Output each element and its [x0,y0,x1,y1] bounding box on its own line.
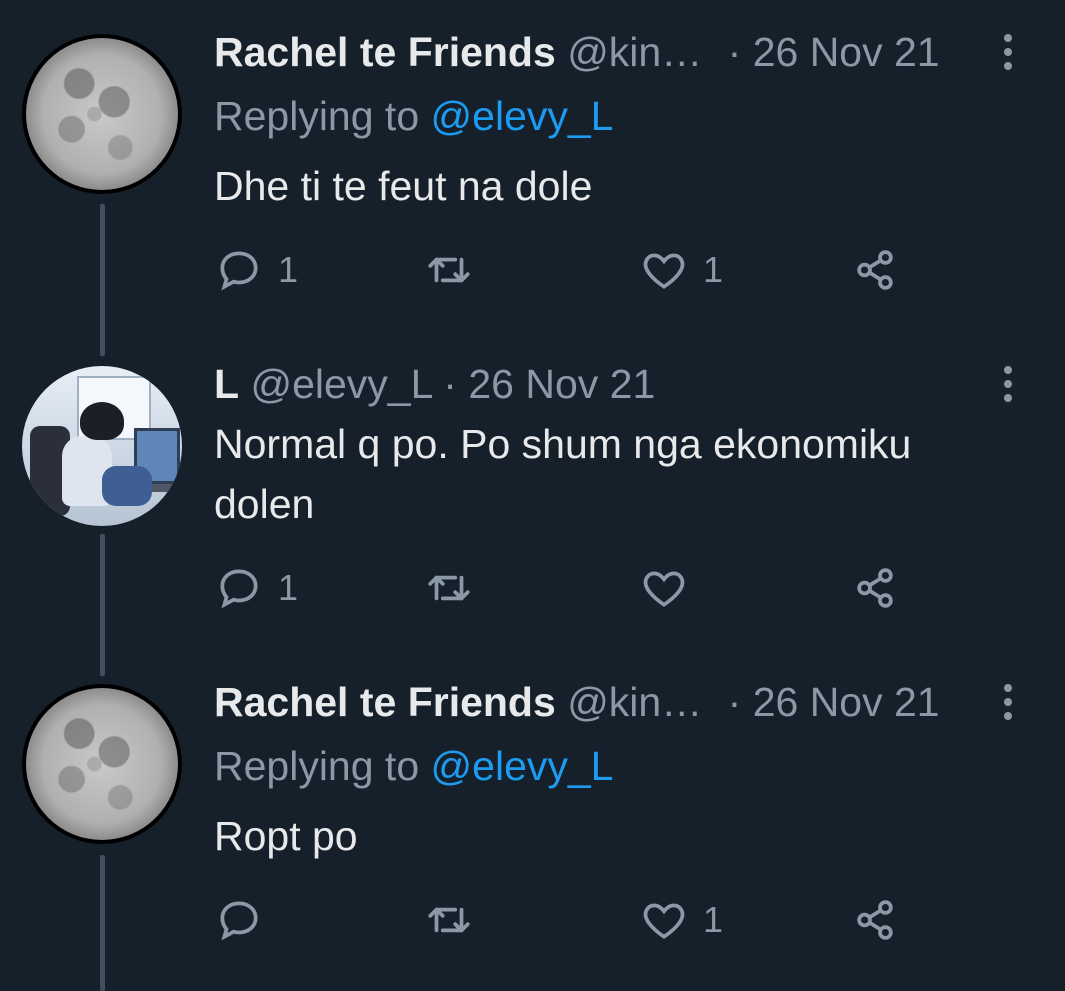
tweet-date[interactable]: 26 Nov 21 [468,361,655,407]
anime-avatar[interactable] [22,366,182,526]
author-handle[interactable]: @kin… [567,29,702,75]
like-icon [643,903,685,939]
reply-button[interactable]: 1 [214,240,298,300]
mention-link[interactable]: @elevy_L [431,743,614,789]
retweet-icon [428,257,470,283]
conversation-thread: Rachel te Friends @kin… · 26 Nov 21 Repl… [0,0,1065,991]
tweet[interactable]: Rachel te Friends @kin… · 26 Nov 21 Repl… [0,0,1065,330]
like-button[interactable]: 1 [639,890,723,950]
separator-dot: · [727,29,742,75]
reply-button[interactable]: 1 [214,558,298,618]
like-button[interactable] [639,558,703,618]
moon-avatar[interactable] [22,684,182,844]
tweet-text: Dhe ti te feut na dole [214,163,593,209]
replying-label: Replying to [214,93,420,139]
author-handle[interactable]: @kin… [567,679,702,725]
tweet-text: Normal q po. Po shum nga ekonomiku dolen [214,421,912,527]
share-icon [857,250,893,290]
tweet-text: Ropt po [214,813,358,859]
reply-count: 1 [278,249,299,290]
more-icon[interactable] [1003,366,1013,402]
author-name[interactable]: L [214,361,239,407]
retweet-button[interactable] [424,240,474,300]
reply-count: 1 [278,567,299,608]
tweet-date[interactable]: 26 Nov 21 [753,679,940,725]
separator-dot: · [443,361,457,407]
like-count: 1 [703,899,724,940]
like-icon [643,253,685,289]
moon-avatar[interactable] [22,34,182,194]
more-icon[interactable] [1003,34,1013,70]
like-button[interactable]: 1 [639,240,723,300]
tweet-date[interactable]: 26 Nov 21 [753,29,940,75]
reply-button[interactable] [214,890,278,950]
tweet[interactable]: Rachel te Friends @kin… · 26 Nov 21 Repl… [0,650,1065,991]
replying-to: Replying to @elevy_L [214,742,613,790]
share-icon [857,900,893,940]
retweet-icon [428,575,470,601]
like-icon [643,571,685,607]
tweet-header: Rachel te Friends @kin… · 26 Nov 21 [214,28,1025,76]
tweet[interactable]: L @elevy_L · 26 Nov 21 Normal q po. Po s… [0,330,1065,660]
retweet-icon [428,907,470,933]
share-button[interactable] [850,890,900,950]
tweet-actions: 1 [214,558,914,618]
tweet-actions: 1 1 [214,240,914,300]
retweet-button[interactable] [424,890,474,950]
replying-label: Replying to [214,743,420,789]
replying-to: Replying to @elevy_L [214,92,613,140]
reply-icon [220,569,258,609]
tweet-actions: 1 [214,890,914,950]
retweet-button[interactable] [424,558,474,618]
separator-dot: · [727,679,742,725]
author-name[interactable]: Rachel te Friends [214,29,556,75]
reply-icon [220,251,258,291]
share-button[interactable] [850,240,900,300]
author-handle[interactable]: @elevy_L [250,361,431,407]
mention-link[interactable]: @elevy_L [431,93,614,139]
share-button[interactable] [850,558,900,618]
reply-icon [220,901,258,941]
tweet-header: L @elevy_L · 26 Nov 21 [214,360,1025,408]
more-icon[interactable] [1003,684,1013,720]
share-icon [857,568,893,608]
like-count: 1 [703,249,724,290]
author-name[interactable]: Rachel te Friends [214,679,556,725]
tweet-header: Rachel te Friends @kin… · 26 Nov 21 [214,678,1025,726]
